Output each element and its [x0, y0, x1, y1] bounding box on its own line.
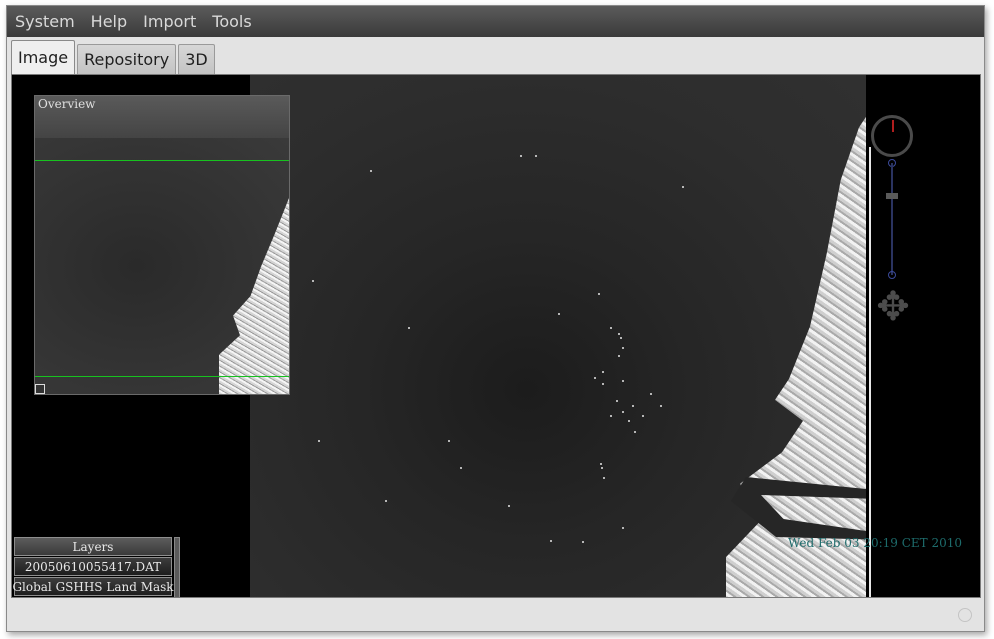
image-speck	[650, 393, 652, 395]
compass-needle	[892, 120, 894, 132]
image-speck	[618, 355, 620, 357]
image-speck	[550, 540, 552, 542]
menu-help[interactable]: Help	[91, 12, 127, 31]
zoom-slider-handle[interactable]	[886, 193, 898, 199]
image-speck	[622, 380, 624, 382]
image-speck	[582, 541, 584, 543]
layer-item[interactable]: Global GSHHS Land Mask	[12, 577, 174, 596]
zoom-slider[interactable]	[891, 163, 893, 275]
image-speck	[594, 377, 596, 379]
image-speck	[558, 313, 560, 315]
image-speck	[642, 415, 644, 417]
image-speck	[318, 440, 320, 442]
tab-3d[interactable]: 3D	[178, 44, 215, 74]
image-speck	[610, 327, 612, 329]
image-speck	[632, 405, 634, 407]
overview-bottom-bound-line	[35, 376, 289, 377]
zoom-out-end[interactable]	[888, 271, 896, 279]
image-speck	[622, 527, 624, 529]
image-speck	[535, 155, 537, 157]
image-speck	[660, 405, 662, 407]
image-speck	[620, 337, 622, 339]
image-speck	[600, 463, 602, 465]
image-timestamp: Wed Feb 03 20:19 CET 2010	[788, 536, 962, 550]
image-speck	[628, 420, 630, 422]
image-speck	[602, 371, 604, 373]
image-speck	[603, 477, 605, 479]
layers-scrollbar[interactable]	[174, 537, 180, 597]
image-speck	[448, 440, 450, 442]
sar-image[interactable]	[250, 75, 866, 597]
image-speck	[312, 280, 314, 282]
compass-icon[interactable]	[871, 115, 913, 157]
image-speck	[508, 505, 510, 507]
menu-import[interactable]: Import	[143, 12, 196, 31]
image-speck	[622, 347, 624, 349]
overview-toggle-icon[interactable]	[35, 384, 45, 394]
layers-panel: Layers 20050610055417.DAT Global GSHHS L…	[12, 537, 180, 597]
image-speck	[622, 411, 624, 413]
status-indicator-icon	[958, 608, 972, 622]
layers-header[interactable]: Layers	[14, 537, 172, 556]
tab-image[interactable]: Image	[11, 40, 76, 74]
image-speck	[610, 415, 612, 417]
image-speck	[634, 431, 636, 433]
overview-land	[219, 198, 289, 394]
overview-image[interactable]	[35, 138, 289, 394]
application-window: System Help Import Tools Image Repositor…	[6, 5, 985, 632]
coastline-land	[726, 116, 866, 597]
image-viewer[interactable]: Overview ✥ Wed Feb 03 20:19 CET 2010 Lay…	[11, 74, 981, 598]
image-speck	[602, 383, 604, 385]
image-speck	[460, 467, 462, 469]
image-speck	[385, 500, 387, 502]
image-speck	[682, 186, 684, 188]
menu-bar: System Help Import Tools	[7, 6, 984, 37]
overview-top-bound-line	[35, 160, 289, 161]
tab-repository[interactable]: Repository	[77, 44, 177, 74]
image-speck	[598, 293, 600, 295]
overview-title: Overview	[35, 96, 289, 138]
overview-panel[interactable]: Overview	[34, 95, 290, 395]
image-speck	[370, 170, 372, 172]
layer-item[interactable]: 20050610055417.DAT	[14, 557, 172, 576]
image-speck	[520, 155, 522, 157]
land-mask-outline	[869, 147, 871, 597]
image-speck	[616, 400, 618, 402]
tab-bar: Image Repository 3D	[11, 40, 217, 74]
image-speck	[408, 327, 410, 329]
menu-system[interactable]: System	[15, 12, 75, 31]
pan-arrows-icon[interactable]: ✥	[871, 285, 915, 329]
image-speck	[618, 333, 620, 335]
image-speck	[601, 467, 603, 469]
status-bar	[7, 598, 984, 631]
menu-tools[interactable]: Tools	[212, 12, 251, 31]
